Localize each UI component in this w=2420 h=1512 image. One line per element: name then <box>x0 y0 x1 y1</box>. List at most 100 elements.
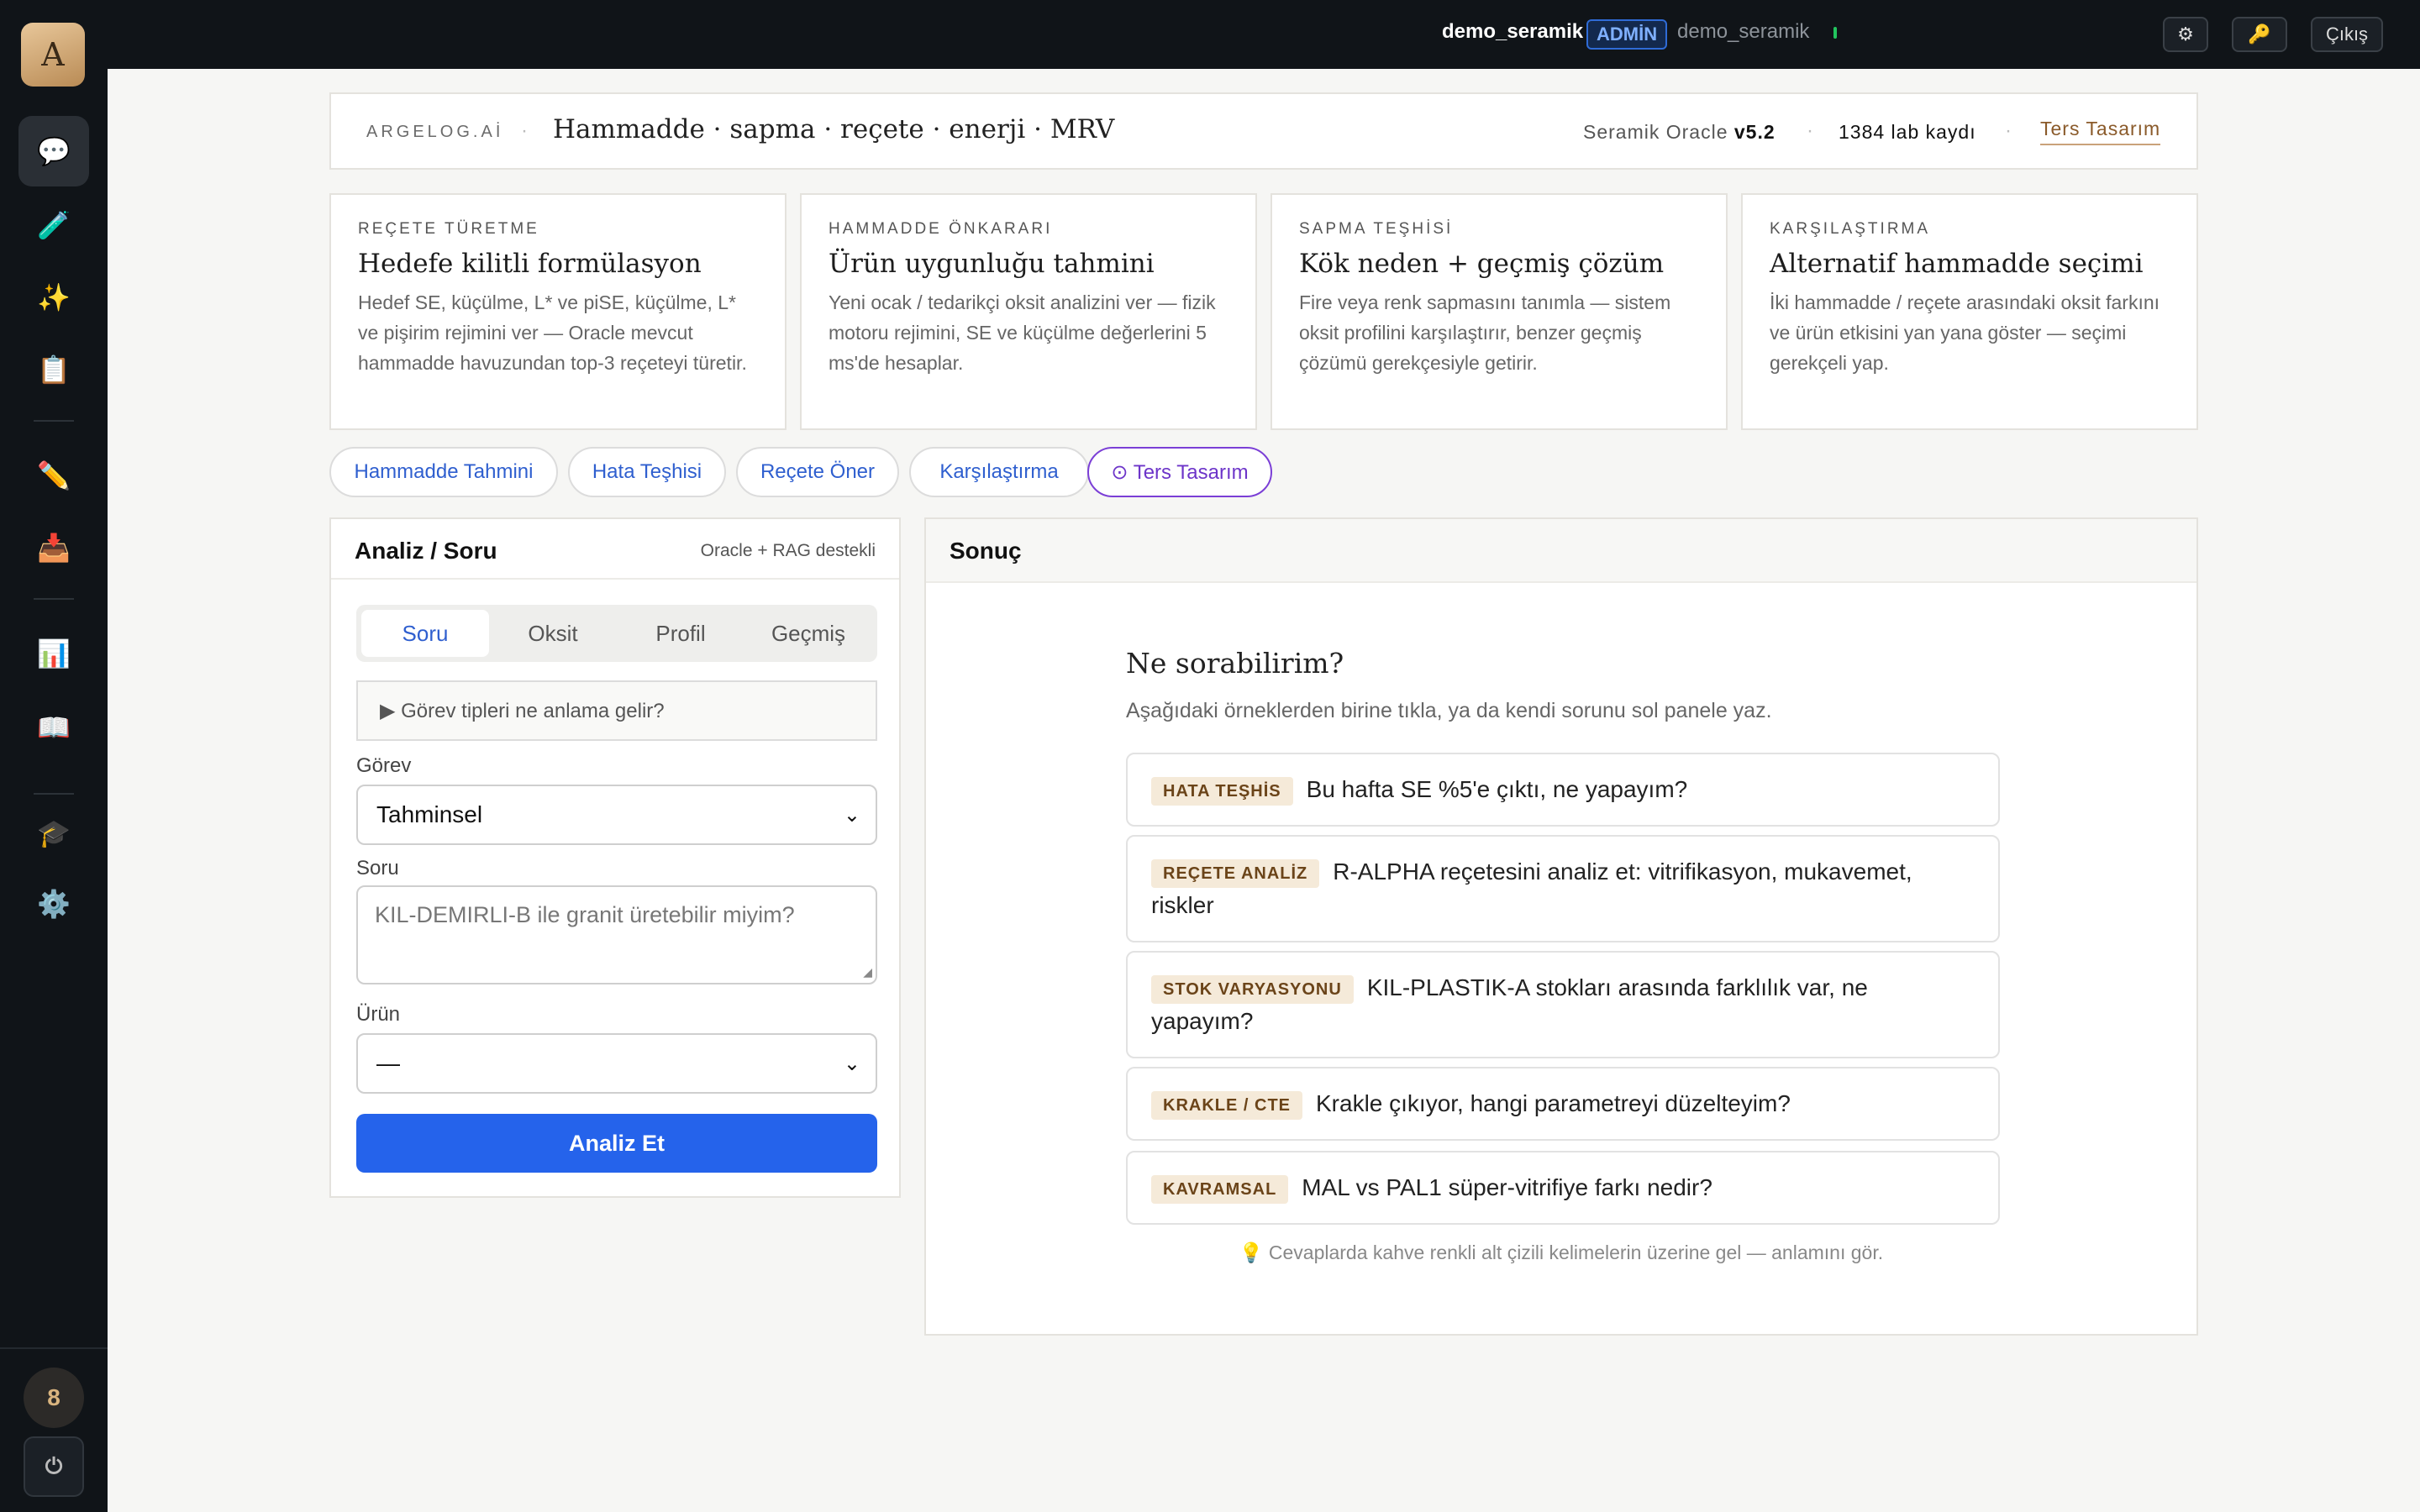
pill-error-diagnosis[interactable]: Hata Teşhisi <box>568 447 726 497</box>
feature-card-raw-material[interactable]: HAMMADDE ÖNKARARI Ürün uygunluğu tahmini… <box>800 193 1257 430</box>
task-label: Görev <box>356 754 412 777</box>
example-question[interactable]: HATA TEŞHİS Bu hafta SE %5'e çıktı, ne ya… <box>1126 753 2000 827</box>
clipboard-button[interactable]: 📋 <box>18 334 89 405</box>
example-question[interactable]: KRAKLE / CTE Krakle çıkıyor, hangi parame… <box>1126 1067 2000 1141</box>
examples-title: Ne sorabilirim? <box>1126 647 1344 680</box>
oracle-version-number: v5.2 <box>1733 121 1776 143</box>
page-title: Hammadde · sapma · reçete · enerji · MRV <box>553 114 1115 144</box>
sparkles-button[interactable]: ✨ <box>18 262 89 333</box>
reports-button[interactable]: 📊 <box>18 618 89 689</box>
card-description: Yeni ocak / tedarikçi oksit analizini ve… <box>829 291 1216 374</box>
username-secondary: demo_seramik <box>1677 20 1810 43</box>
question-textarea[interactable]: KIL-DEMIRLI-B ile granit üretebilir miyi… <box>356 885 877 984</box>
product-select-value: — <box>376 1050 400 1076</box>
sparkles-icon: ✨ <box>37 282 71 312</box>
card-description: Hedef SE, küçülme, L* ve piSE, küçülme, … <box>358 291 747 374</box>
analyze-button[interactable]: Analiz Et <box>356 1114 877 1173</box>
tab-soru[interactable]: Soru <box>361 610 489 657</box>
gear-icon: ⚙️ <box>37 889 71 919</box>
gear-icon: ⚙ <box>2177 24 2194 45</box>
sidebar-bottom-divider <box>0 1347 108 1349</box>
task-select[interactable]: Tahminsel ⌄ <box>356 785 877 845</box>
reverse-design-link[interactable]: Ters Tasarım <box>2040 118 2161 145</box>
product-select[interactable]: — ⌄ <box>356 1033 877 1094</box>
pill-recipe-suggest[interactable]: Reçete Öner <box>736 447 899 497</box>
example-question[interactable]: REÇETE ANALİZ R-ALPHA reçetesini analiz e… <box>1126 835 2000 942</box>
example-tag: KAVRAMSAL <box>1151 1174 1289 1204</box>
lab-button[interactable]: 🧪 <box>18 190 89 260</box>
card-title: Alternatif hammadde seçimi <box>1770 249 2144 279</box>
card-eyebrow: REÇETE TÜRETME <box>358 220 539 238</box>
pill-raw-material-prediction[interactable]: Hammadde Tahmini <box>329 447 558 497</box>
graduation-cap-icon: 🎓 <box>37 818 71 848</box>
sidebar-divider <box>34 420 74 422</box>
chevron-down-icon: ⌄ <box>843 1053 860 1075</box>
book-icon: 📖 <box>37 712 71 743</box>
page-header: ARGELOG.Aİ · Hammadde · sapma · reçete ·… <box>329 92 2198 170</box>
inbox-button[interactable]: 📥 <box>18 512 89 583</box>
docs-button[interactable]: 📖 <box>18 692 89 763</box>
product-label: Ürün <box>356 1003 401 1026</box>
notification-badge[interactable]: 8 <box>24 1368 84 1428</box>
separator: · <box>1807 119 1813 142</box>
chat-icon: 💬 <box>37 136 71 166</box>
sidebar-divider <box>34 598 74 600</box>
oracle-label: Seramik Oracle <box>1583 121 1728 143</box>
card-eyebrow: SAPMA TEŞHİSİ <box>1299 220 1454 238</box>
inbox-icon: 📥 <box>37 533 71 563</box>
panel-subtitle: Oracle + RAG destekli <box>700 541 876 560</box>
separator: · <box>2005 119 2012 142</box>
examples-subtitle: Aşağıdaki örneklerden birine tıkla, ya d… <box>1126 699 1772 722</box>
status-indicator <box>1833 27 1837 39</box>
example-text: Krakle çıkıyor, hangi parametreyi düzelt… <box>1316 1090 1791 1116</box>
input-tabs: Soru Oksit Profil Geçmiş <box>356 605 877 662</box>
api-key-button[interactable]: 🔑 <box>2232 17 2287 52</box>
chat-button[interactable]: 💬 <box>18 116 89 186</box>
edit-button[interactable]: ✏️ <box>18 440 89 511</box>
power-button[interactable]: ⏻ <box>24 1436 84 1497</box>
training-button[interactable]: 🎓 <box>18 798 89 869</box>
example-text: Bu hafta SE %5'e çıktı, ne yapayım? <box>1306 776 1688 802</box>
tab-profil[interactable]: Profil <box>617 610 744 657</box>
chevron-down-icon: ⌄ <box>843 804 860 827</box>
preferences-button[interactable]: ⚙ <box>2163 17 2208 52</box>
example-text: MAL vs PAL1 süper-vitrifiye farkı nedir? <box>1302 1174 1712 1200</box>
clipboard-icon: 📋 <box>37 354 71 385</box>
tab-oksit[interactable]: Oksit <box>489 610 617 657</box>
pipette-icon: 🧪 <box>37 210 71 240</box>
card-eyebrow: HAMMADDE ÖNKARARI <box>829 220 1053 238</box>
card-eyebrow: KARŞILAŞTIRMA <box>1770 220 1931 238</box>
example-tag: HATA TEŞHİS <box>1151 776 1293 806</box>
card-title: Kök neden + geçmiş çözüm <box>1299 249 1665 279</box>
power-icon: ⏻ <box>45 1453 63 1478</box>
panel-title: Sonuç <box>950 538 1022 564</box>
hover-hint: 💡 Cevaplarda kahve renkli alt çizili kel… <box>1239 1242 1884 1263</box>
example-tag: STOK VARYASYONU <box>1151 974 1354 1004</box>
pill-reverse-design[interactable]: ⊙ Ters Tasarım <box>1087 447 1272 497</box>
app-logo[interactable]: A <box>21 23 85 87</box>
example-question[interactable]: STOK VARYASYONU KIL-PLASTIK-A stokları ar… <box>1126 951 2000 1058</box>
task-types-disclosure[interactable]: ▶ Görev tipleri ne anlama gelir? <box>356 680 877 741</box>
role-badge: ADMİN <box>1586 19 1668 50</box>
card-description: Fire veya renk sapmasını tanımla — siste… <box>1299 291 1671 374</box>
sidebar-divider <box>34 793 74 795</box>
panel-title: Analiz / Soru <box>355 538 497 564</box>
tab-gecmis[interactable]: Geçmiş <box>744 610 872 657</box>
oracle-version: Seramik Oracle v5.2 <box>1583 121 1776 144</box>
example-question[interactable]: KAVRAMSAL MAL vs PAL1 süper-vitrifiye far… <box>1126 1151 2000 1225</box>
logout-button[interactable]: Çıkış <box>2311 17 2383 52</box>
resize-handle-icon[interactable]: ◢ <box>863 965 872 979</box>
feature-card-comparison[interactable]: KARŞILAŞTIRMA Alternatif hammadde seçimi… <box>1741 193 2198 430</box>
pill-comparison[interactable]: Karşılaştırma <box>909 447 1089 497</box>
panel-header: Sonuç <box>926 519 2196 583</box>
key-icon: 🔑 <box>2248 24 2271 45</box>
question-label: Soru <box>356 857 399 879</box>
task-select-value: Tahminsel <box>376 801 483 827</box>
top-bar: demo_seramik ADMİN demo_seramik ⚙ 🔑 Çıkı… <box>108 0 2420 69</box>
example-tag: KRAKLE / CTE <box>1151 1090 1302 1120</box>
settings-button[interactable]: ⚙️ <box>18 869 89 939</box>
feature-card-recipe[interactable]: REÇETE TÜRETME Hedefe kilitli formülasyo… <box>329 193 786 430</box>
feature-card-diagnosis[interactable]: SAPMA TEŞHİSİ Kök neden + geçmiş çözüm F… <box>1270 193 1728 430</box>
question-placeholder: KIL-DEMIRLI-B ile granit üretebilir miyi… <box>375 902 795 927</box>
username: demo_seramik <box>1442 20 1584 43</box>
